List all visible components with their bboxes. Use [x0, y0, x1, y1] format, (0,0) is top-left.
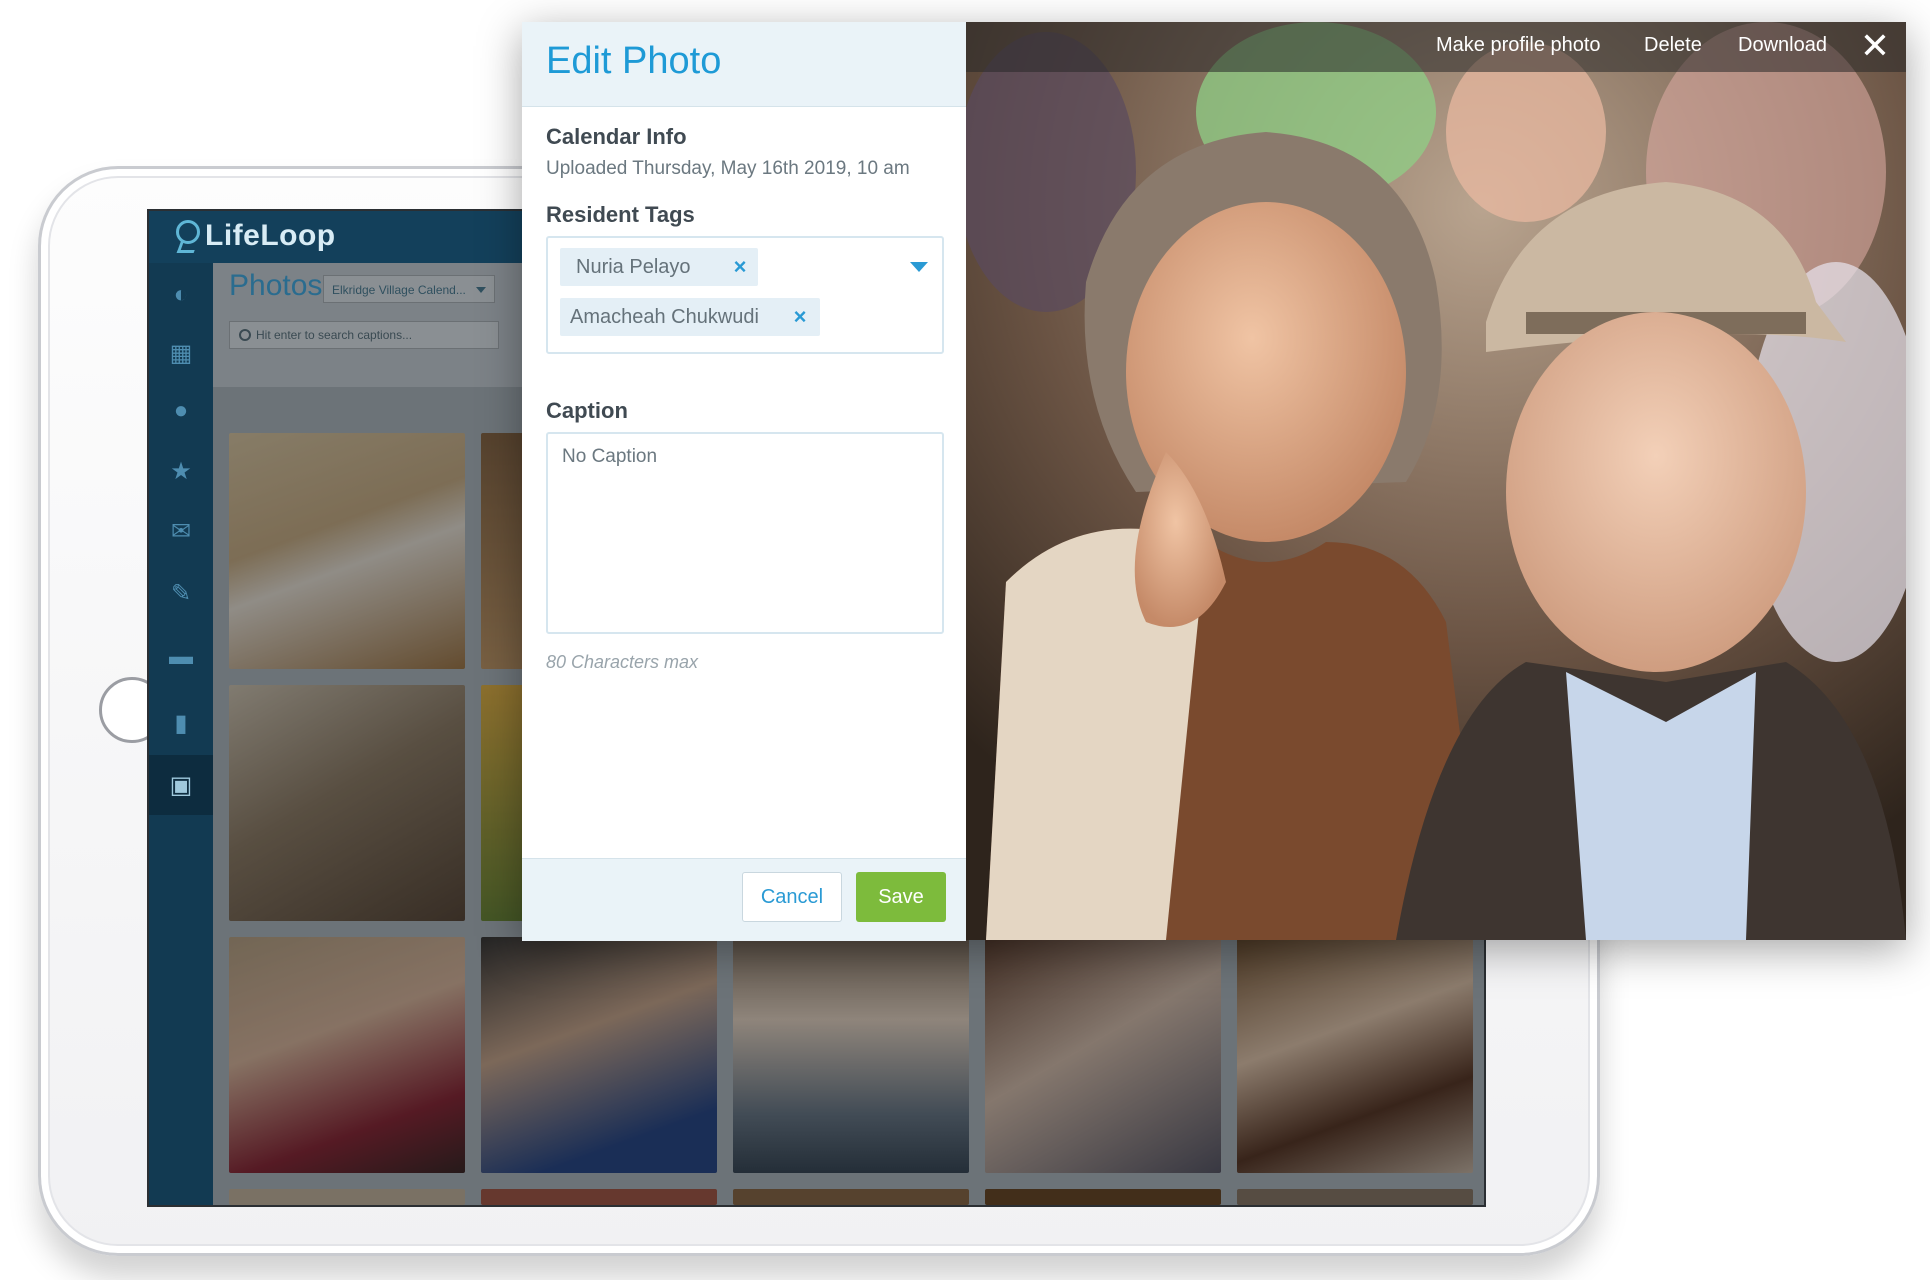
residents-icon[interactable]: ● — [167, 397, 195, 425]
caption-label: Caption — [546, 398, 628, 423]
photo-thumbnail[interactable] — [481, 1189, 717, 1205]
photo-thumbnail[interactable] — [985, 937, 1221, 1173]
caption-textarea[interactable] — [546, 432, 944, 634]
car-icon[interactable]: ▬ — [167, 643, 195, 671]
photo-thumbnail[interactable] — [1237, 937, 1473, 1173]
resident-tag: Amacheah Chukwudi × — [560, 298, 820, 336]
wrench-icon[interactable]: ✎ — [167, 579, 195, 607]
chevron-down-icon[interactable] — [910, 262, 928, 272]
download-photo-button[interactable]: Download — [1738, 34, 1827, 57]
app-sidebar: ◐ ▦ ● ★ ✉ ✎ ▬ ▮ ▣ — [149, 263, 213, 1205]
resident-tag-label: Nuria Pelayo — [576, 256, 691, 278]
star-icon[interactable]: ★ — [167, 457, 195, 485]
photo-toolbar: Make profile photo Delete Download ✕ — [966, 22, 1906, 72]
calendar-icon[interactable]: ▦ — [167, 339, 195, 367]
page-title: Photos — [229, 269, 323, 302]
caption-char-hint: 80 Characters max — [546, 652, 699, 672]
dialog-header: Edit Photo — [522, 22, 966, 107]
remove-tag-icon[interactable]: × — [788, 298, 812, 336]
calendar-select-value: Elkridge Village Calend... — [332, 283, 466, 297]
search-icon — [239, 329, 251, 341]
photo-thumbnail[interactable] — [229, 433, 465, 669]
save-button[interactable]: Save — [856, 872, 946, 922]
resident-tag: Nuria Pelayo × — [560, 248, 758, 286]
photo-thumbnail[interactable] — [481, 685, 526, 921]
chevron-down-icon — [476, 287, 486, 293]
photo-thumbnail[interactable] — [481, 433, 526, 669]
photo-thumbnail[interactable] — [733, 1189, 969, 1205]
calendar-info-label: Calendar Info — [546, 124, 687, 149]
close-icon[interactable]: ✕ — [1858, 28, 1892, 64]
photo-viewer: Make profile photo Delete Download ✕ — [966, 22, 1906, 940]
resident-tag-label: Amacheah Chukwudi — [570, 306, 759, 328]
resident-tags-label: Resident Tags — [546, 202, 695, 227]
dialog-title: Edit Photo — [546, 40, 722, 82]
app-logo[interactable]: LifeLoop — [173, 219, 336, 253]
photo-image — [966, 22, 1906, 940]
dashboard-icon[interactable]: ◐ — [167, 281, 195, 309]
calendar-select[interactable]: Elkridge Village Calend... — [323, 275, 495, 303]
mail-icon[interactable]: ✉ — [167, 517, 195, 545]
resident-tags-select[interactable]: Nuria Pelayo × Amacheah Chukwudi × — [546, 236, 944, 354]
cancel-button[interactable]: Cancel — [742, 872, 842, 922]
remove-tag-icon[interactable]: × — [728, 248, 752, 286]
photo-thumbnail[interactable] — [1237, 1189, 1473, 1205]
brand-name: LifeLoop — [205, 219, 336, 252]
search-placeholder: Hit enter to search captions... — [256, 328, 413, 342]
photo-thumbnail[interactable] — [733, 937, 969, 1173]
photo-thumbnail[interactable] — [229, 685, 465, 921]
uploaded-timestamp: Uploaded Thursday, May 16th 2019, 10 am — [546, 158, 910, 179]
lifeloop-logo-icon — [173, 220, 200, 252]
photo-thumbnail[interactable] — [229, 937, 465, 1173]
search-captions-input[interactable]: Hit enter to search captions... — [229, 321, 499, 349]
chart-icon[interactable]: ▮ — [167, 709, 195, 737]
photo-thumbnail[interactable] — [481, 937, 717, 1173]
edit-panel: Edit Photo Calendar Info Uploaded Thursd… — [522, 22, 966, 941]
photo-thumbnail[interactable] — [985, 1189, 1221, 1205]
make-profile-photo-button[interactable]: Make profile photo — [1436, 34, 1601, 57]
photo-icon[interactable]: ▣ — [149, 755, 213, 815]
photo-thumbnail[interactable] — [229, 1189, 465, 1205]
edit-photo-dialog: Edit Photo Calendar Info Uploaded Thursd… — [522, 22, 1906, 941]
delete-photo-button[interactable]: Delete — [1644, 34, 1702, 57]
